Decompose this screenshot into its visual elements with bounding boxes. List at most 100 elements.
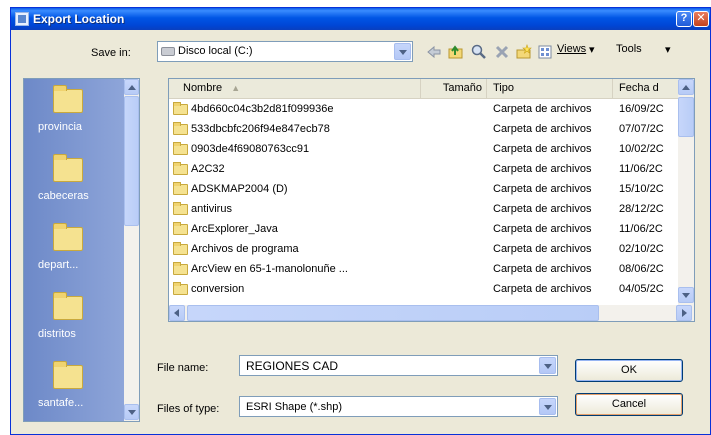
file-date-cell: 02/10/2C [619,243,664,255]
folder-icon [173,282,188,295]
column-header-type[interactable]: Tipo [487,79,613,99]
file-name-cell: Archivos de programa [191,243,299,255]
up-folder-icon[interactable] [448,44,464,60]
place-distritos[interactable]: distritos [32,290,116,350]
screen: Export Location ? ✕ Save in: Disco local… [0,0,711,435]
scroll-down-button[interactable] [124,404,139,420]
file-type-dropdown[interactable]: ESRI Shape (*.shp) [239,396,558,417]
place-cabeceras[interactable]: cabeceras [32,152,116,212]
tools-menu[interactable]: Tools [616,43,642,61]
hscroll-thumb[interactable] [187,305,599,321]
file-type-cell: Carpeta de archivos [493,163,592,175]
file-date-cell: 04/05/2C [619,283,664,295]
file-name-cell: ArcExplorer_Java [191,223,278,235]
chevron-down-icon[interactable] [394,43,411,60]
place-provincia[interactable]: provincia [32,83,116,143]
file-name-input[interactable]: REGIONES CAD [239,355,558,376]
column-header-size[interactable]: Tamaño [421,79,487,99]
file-row[interactable]: A2C32 Carpeta de archivos 11/06/2C [169,161,679,179]
file-row[interactable]: 533dbcbfc206f94e847ecb78 Carpeta de archi… [169,121,679,139]
file-date-cell: 07/07/2C [619,123,664,135]
place-label: distritos [38,328,76,340]
scroll-thumb[interactable] [124,96,139,226]
file-row[interactable]: 4bd660c04c3b2d81f099936e Carpeta de archi… [169,101,679,119]
column-header-name[interactable]: Nombre ▲ [169,79,421,99]
file-type-cell: Carpeta de archivos [493,263,592,275]
drive-icon [161,47,175,56]
file-date-cell: 08/06/2C [619,263,664,275]
file-date-cell: 16/09/2C [619,103,664,115]
file-name-cell: 4bd660c04c3b2d81f099936e [191,103,334,115]
file-date-cell: 11/06/2C [619,163,663,175]
views-dropdown-arrow[interactable]: ▾ [589,43,595,61]
file-type-value: ESRI Shape (*.shp) [246,401,342,413]
folder-icon [173,122,188,135]
file-type-cell: Carpeta de archivos [493,203,592,215]
folder-icon [173,202,188,215]
file-row[interactable]: 0903de4f69080763cc91 Carpeta de archivos 1… [169,141,679,159]
title-bar[interactable]: Export Location ? ✕ [11,8,710,30]
back-icon[interactable] [426,44,442,60]
folder-icon [173,222,188,235]
place-label: depart... [38,259,79,271]
ok-button[interactable]: OK [575,359,683,382]
export-location-dialog: Export Location ? ✕ Save in: Disco local… [10,7,711,435]
column-header-date[interactable]: Fecha d [613,79,679,99]
folder-icon [173,242,188,255]
file-date-cell: 10/02/2C [619,143,664,155]
file-row[interactable]: antivirus Carpeta de archivos 28/12/2C [169,201,679,219]
place-label: provincia [38,121,83,133]
close-button[interactable]: ✕ [693,11,709,27]
folder-icon [173,262,188,275]
scroll-left-button[interactable] [169,305,185,321]
folder-icon [173,162,188,175]
file-type-label: Files of type: [157,403,220,415]
file-list-header: Nombre ▲ Tamaño Tipo Fecha d [169,79,694,99]
folder-icon [53,361,83,389]
place-santafe[interactable]: santafe... [32,359,116,419]
file-type-cell: Carpeta de archivos [493,103,592,115]
views-icon[interactable] [538,44,554,60]
file-date-cell: 15/10/2C [619,183,664,195]
tools-dropdown-arrow[interactable]: ▾ [665,43,671,61]
save-in-value: Disco local (C:) [178,45,253,57]
file-list-vscrollbar[interactable] [678,79,694,305]
file-name-label: File name: [157,362,209,374]
sort-ascending-icon: ▲ [231,83,241,93]
place-depart[interactable]: depart... [32,221,116,281]
file-type-cell: Carpeta de archivos [493,223,592,235]
new-folder-icon[interactable] [516,44,532,60]
scroll-thumb[interactable] [678,97,694,137]
file-type-cell: Carpeta de archivos [493,283,592,295]
cancel-button[interactable]: Cancel [575,393,683,416]
file-list-hscrollbar[interactable] [169,305,694,321]
delete-icon[interactable] [494,44,510,60]
file-type-cell: Carpeta de archivos [493,243,592,255]
file-name-cell: antivirus [191,203,232,215]
chevron-down-icon[interactable] [539,357,556,374]
views-menu[interactable]: Views [557,43,586,61]
file-name-value: REGIONES CAD [246,359,339,373]
file-row[interactable]: Archivos de programa Carpeta de archivos 0… [169,241,679,259]
scroll-up-button[interactable] [678,79,694,95]
scroll-up-button[interactable] [124,79,139,95]
folder-icon [173,102,188,115]
file-date-cell: 28/12/2C [619,203,664,215]
file-name-cell: 0903de4f69080763cc91 [191,143,310,155]
file-list[interactable]: Nombre ▲ Tamaño Tipo Fecha d 4bd660c04c3… [168,78,695,322]
file-row[interactable]: ArcView en 65-1-manolonuñe ... Carpeta de… [169,261,679,279]
help-button[interactable]: ? [676,11,692,27]
save-in-dropdown[interactable]: Disco local (C:) [157,41,413,62]
app-icon [15,12,29,26]
file-name-cell: ADSKMAP2004 (D) [191,183,288,195]
file-row[interactable]: ArcExplorer_Java Carpeta de archivos 11/06… [169,221,679,239]
file-type-cell: Carpeta de archivos [493,143,592,155]
chevron-down-icon[interactable] [539,398,556,415]
file-row[interactable]: ADSKMAP2004 (D) Carpeta de archivos 15/10/… [169,181,679,199]
folder-icon [53,223,83,251]
scroll-down-button[interactable] [678,287,694,303]
search-icon[interactable] [471,44,487,60]
file-row[interactable]: conversion Carpeta de archivos 04/05/2C [169,281,679,299]
scroll-right-button[interactable] [676,305,692,321]
places-scrollbar[interactable] [124,79,139,421]
